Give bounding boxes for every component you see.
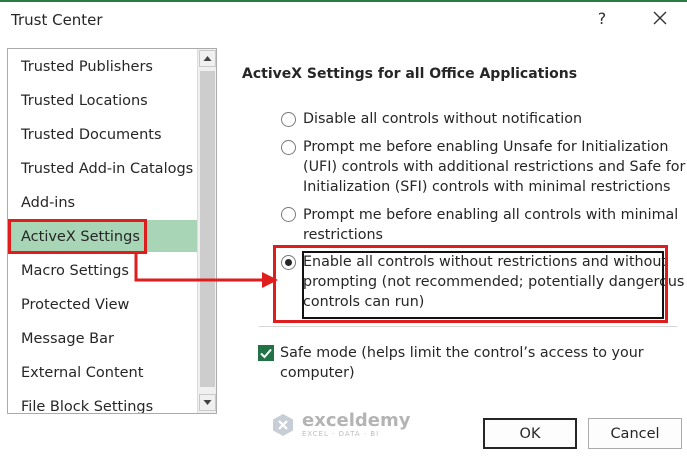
triangle-up-icon xyxy=(203,56,212,61)
cancel-button[interactable]: Cancel xyxy=(588,418,682,449)
radio-disable-all[interactable] xyxy=(281,112,296,127)
scroll-down-button[interactable] xyxy=(199,394,216,411)
watermark: exceldemy EXCEL · DATA · BI xyxy=(270,412,410,438)
option-disable-all-label: Disable all controls without notificatio… xyxy=(303,111,583,127)
radio-prompt-ufi-sfi[interactable] xyxy=(281,140,296,155)
sidebar-item-external-content[interactable]: External Content xyxy=(21,365,143,381)
watermark-name: exceldemy xyxy=(302,410,411,431)
sidebar-scrollbar[interactable] xyxy=(197,49,216,413)
safe-mode-label: Safe mode (helps limit the control’s acc… xyxy=(280,345,644,381)
sidebar-item-trusted-locations[interactable]: Trusted Locations xyxy=(21,93,148,109)
option-prompt-ufi-sfi-label: Prompt me before enabling Unsafe for Ini… xyxy=(303,139,686,195)
divider xyxy=(259,326,677,327)
window-top-border xyxy=(0,0,687,2)
sidebar-item-protected-view[interactable]: Protected View xyxy=(21,297,129,313)
window-title: Trust Center xyxy=(11,11,103,29)
ok-button[interactable]: OK xyxy=(483,418,577,449)
help-button[interactable]: ? xyxy=(593,9,611,28)
safe-mode-checkbox[interactable] xyxy=(258,345,274,361)
option-prompt-all-label: Prompt me before enabling all controls w… xyxy=(303,207,679,243)
sidebar-item-macro-settings[interactable]: Macro Settings xyxy=(21,263,129,279)
triangle-down-icon xyxy=(203,400,212,405)
section-heading: ActiveX Settings for all Office Applicat… xyxy=(242,66,578,82)
sidebar-item-addins[interactable]: Add-ins xyxy=(21,195,75,211)
sidebar-item-trusted-publishers[interactable]: Trusted Publishers xyxy=(21,59,153,75)
scroll-thumb[interactable] xyxy=(200,71,215,387)
sidebar-item-message-bar[interactable]: Message Bar xyxy=(21,331,114,347)
checkmark-icon xyxy=(260,348,272,359)
scroll-up-button[interactable] xyxy=(199,50,216,67)
close-icon xyxy=(653,11,667,25)
exceldemy-logo-icon xyxy=(273,414,293,436)
sidebar-item-file-block-settings[interactable]: File Block Settings xyxy=(21,399,153,413)
watermark-tagline: EXCEL · DATA · BI xyxy=(302,430,380,438)
highlight-inner-box xyxy=(302,251,664,319)
highlight-box-activex xyxy=(8,219,147,254)
close-button[interactable] xyxy=(650,8,670,28)
sidebar-item-trusted-addin-catalogs[interactable]: Trusted Add-in Catalogs xyxy=(21,161,193,177)
sidebar-item-trusted-documents[interactable]: Trusted Documents xyxy=(21,127,162,143)
radio-prompt-all[interactable] xyxy=(281,207,296,222)
